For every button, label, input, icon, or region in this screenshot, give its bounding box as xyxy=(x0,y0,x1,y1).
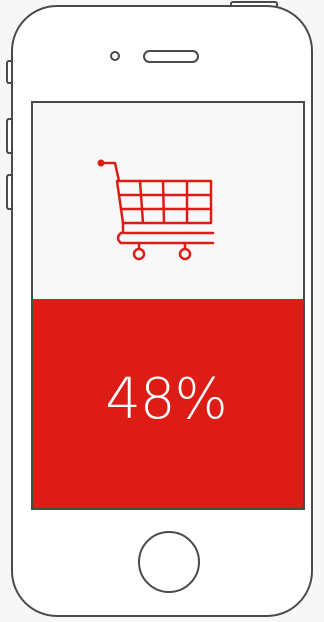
shopping-cart-icon xyxy=(97,159,215,261)
front-camera xyxy=(110,51,120,61)
stat-panel: 48% xyxy=(33,299,303,508)
screen-icon-area xyxy=(33,103,303,299)
home-button xyxy=(138,531,200,593)
stat-value: 48% xyxy=(105,367,227,432)
earpiece-speaker xyxy=(143,50,199,63)
illustration: 48% xyxy=(0,0,324,622)
phone-screen: 48% xyxy=(31,101,305,510)
